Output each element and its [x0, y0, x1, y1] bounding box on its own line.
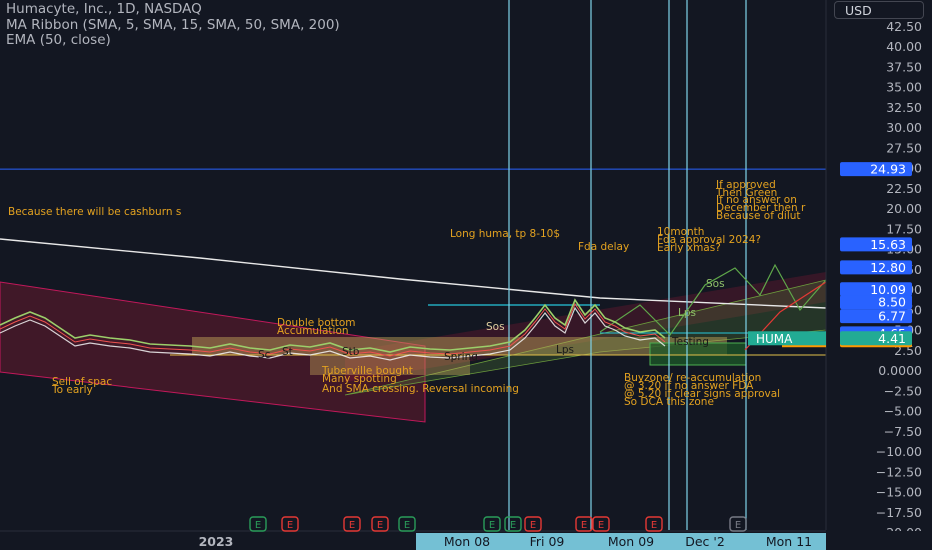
price-tick-label: 30.00 [886, 120, 922, 135]
earnings-marker-letter: E [651, 520, 657, 531]
note-fda-delay[interactable]: Fda delay [578, 242, 629, 253]
price-tick-label: 40.00 [886, 39, 922, 54]
time-axis-date: Mon 08 [444, 534, 490, 549]
drawings-layer: 42.5040.0037.5035.0032.5030.0027.5025.00… [0, 0, 932, 550]
wyckoff-sos[interactable]: Sos [486, 322, 505, 333]
symbol-value-text: 4.41 [878, 331, 906, 346]
wyckoff-st[interactable]: St [282, 347, 293, 358]
earnings-marker[interactable]: E [371, 516, 389, 532]
year-label: 2023 [199, 534, 234, 549]
earnings-marker[interactable]: E [524, 516, 542, 532]
ma-ribbon-indicator-label[interactable]: MA Ribbon (SMA, 5, SMA, 15, SMA, 50, SMA… [6, 17, 340, 34]
earnings-marker-letter: E [404, 520, 410, 531]
earnings-marker-letter: E [287, 520, 293, 531]
price-tick-label: −12.50 [876, 464, 922, 479]
price-tick-label: 27.50 [886, 140, 922, 155]
wyckoff-sos-2[interactable]: Sos [706, 279, 725, 290]
price-tick-label: 32.50 [886, 100, 922, 115]
price-label-text: 15.63 [870, 237, 906, 252]
price-tick-label: 22.50 [886, 181, 922, 196]
wyckoff-lps-2[interactable]: Lps [678, 308, 696, 319]
symbol-tag-text: HUMA [756, 332, 793, 346]
price-tick-label: 37.50 [886, 59, 922, 74]
chart-canvas[interactable]: 42.5040.0037.5035.0032.5030.0027.5025.00… [0, 0, 932, 550]
wyckoff-sc[interactable]: Sc [258, 350, 270, 361]
earnings-marker-letter: E [581, 520, 587, 531]
price-label-text: 6.77 [878, 309, 906, 324]
note-if-no-answer-3[interactable]: Because of dilut [716, 211, 801, 222]
price-tick-label: 20.00 [886, 201, 922, 216]
price-tick-label: 42.50 [886, 19, 922, 34]
price-label-text: 8.50 [878, 295, 906, 310]
earnings-marker[interactable]: E [249, 516, 267, 532]
earnings-marker-letter: E [255, 520, 261, 531]
earnings-marker-letter: E [735, 520, 741, 531]
price-tick-label: −7.50 [884, 424, 922, 439]
note-cashburn[interactable]: Because there will be cashburn s [8, 207, 181, 218]
currency-button[interactable]: USD [834, 1, 924, 19]
earnings-marker[interactable]: E [575, 516, 593, 532]
earnings-marker-letter: E [377, 520, 383, 531]
earnings-marker-letter: E [530, 520, 536, 531]
note-double-bottom-2[interactable]: Accumulation [277, 326, 349, 337]
price-label-text: 12.80 [870, 260, 906, 275]
price-tick-label: 35.00 [886, 80, 922, 95]
earnings-marker[interactable]: E [483, 516, 501, 532]
earnings-marker[interactable]: E [504, 516, 522, 532]
wyckoff-stb[interactable]: Stb [342, 347, 359, 358]
earnings-marker-letter: E [598, 520, 604, 531]
price-tick-label: −2.50 [884, 383, 922, 398]
symbol-title[interactable]: Humacyte, Inc., 1D, NASDAQ [6, 1, 340, 18]
earnings-marker-letter: E [349, 520, 355, 531]
price-tick-label: 0.0000 [878, 363, 922, 378]
note-long-huma[interactable]: Long huma, tp 8-10$ [450, 229, 560, 240]
wyckoff-lps[interactable]: Lps [556, 345, 574, 356]
wyckoff-testing[interactable]: Testing [672, 337, 709, 348]
earnings-marker-letter: E [510, 520, 516, 531]
price-label-text: 24.93 [870, 162, 906, 177]
earnings-marker[interactable]: E [592, 516, 610, 532]
ema-indicator-label[interactable]: EMA (50, close) [6, 32, 340, 49]
price-tick-label: −15.00 [876, 485, 922, 500]
earnings-marker[interactable]: E [398, 516, 416, 532]
earnings-marker[interactable]: E [281, 516, 299, 532]
price-tick-label: −10.00 [876, 444, 922, 459]
earnings-marker[interactable]: E [729, 516, 747, 532]
price-tick-label: −5.00 [884, 404, 922, 419]
note-buyzone-4[interactable]: So DCA this zone [624, 397, 714, 408]
time-axis-date: Mon 09 [608, 534, 654, 549]
earnings-marker-letter: E [489, 520, 495, 531]
price-tick-label: −17.50 [876, 505, 922, 520]
time-axis-date: Mon 11 [766, 534, 812, 549]
earnings-marker[interactable]: E [645, 516, 663, 532]
price-tick-label: 17.50 [886, 221, 922, 236]
wyckoff-spring[interactable]: Spring [444, 352, 478, 363]
note-sell-spac-2[interactable]: To early [52, 385, 93, 396]
earnings-marker[interactable]: E [343, 516, 361, 532]
note-twelve-month-3[interactable]: Early xmas? [657, 243, 721, 254]
chart-legend: Humacyte, Inc., 1D, NASDAQ MA Ribbon (SM… [6, 1, 340, 49]
time-axis-date: Fri 09 [530, 534, 565, 549]
time-axis-date: Dec '2 [685, 534, 725, 549]
note-sma-crossing[interactable]: And SMA crossing. Reversal incoming [322, 384, 519, 395]
